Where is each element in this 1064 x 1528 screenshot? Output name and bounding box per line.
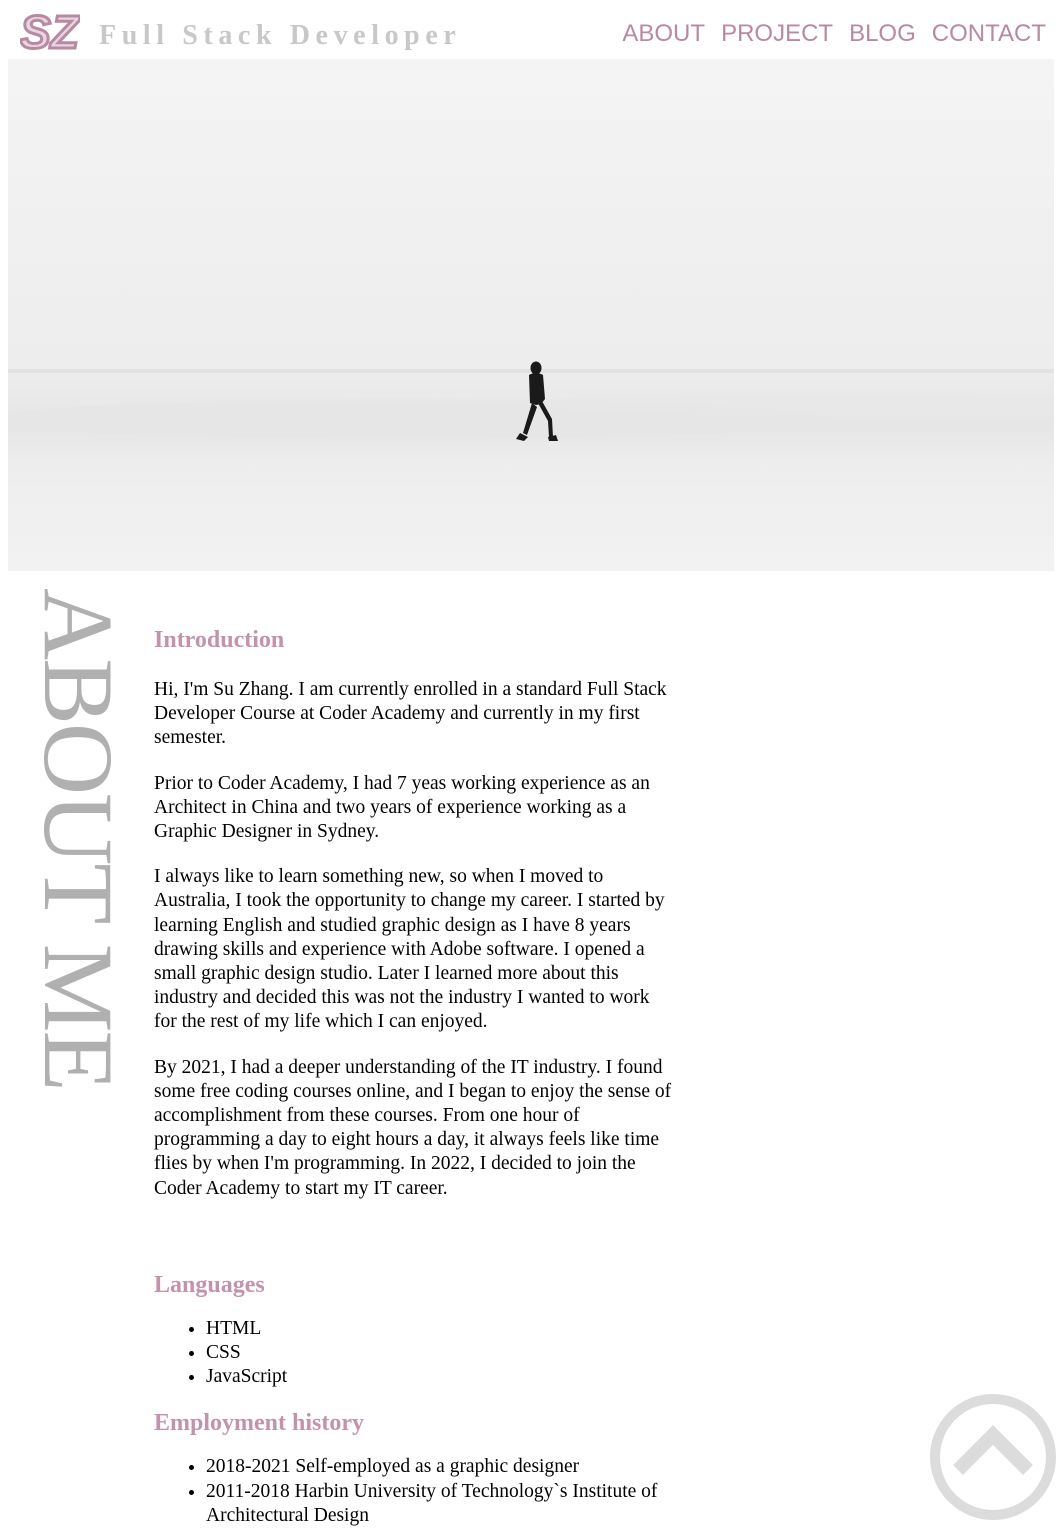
intro-paragraph: I always like to learn something new, so… (154, 866, 665, 1033)
about-me-side-title: ABOUT ME (23, 588, 134, 1090)
languages-list: HTML CSS JavaScript (154, 1317, 674, 1390)
list-item: HTML (206, 1317, 674, 1341)
logo-text-fill: SZ (20, 8, 80, 54)
languages-heading: Languages (154, 1271, 265, 1298)
list-item: JavaScript (206, 1365, 674, 1389)
introduction-heading: Introduction (154, 627, 285, 653)
main-nav: ABOUT PROJECT BLOG CONTACT (622, 20, 1046, 48)
intro-paragraph: Prior to Coder Academy, I had 7 yeas wor… (154, 772, 650, 843)
nav-about-link[interactable]: ABOUT (622, 20, 705, 48)
list-item: 2011-2018 Harbin University of Technolog… (206, 1480, 674, 1528)
intro-paragraph: Hi, I'm Su Zhang. I am currently enrolle… (154, 679, 667, 749)
site-tagline: Full Stack Developer (99, 20, 462, 51)
list-item: 2018-2021 Self-employed as a graphic des… (206, 1455, 674, 1479)
snow-landscape-illustration (8, 59, 1054, 571)
about-content: Introduction Hi, I'm Su Zhang. I am curr… (154, 622, 674, 1528)
intro-paragraph: By 2021, I had a deeper understanding of… (154, 1056, 672, 1199)
nav-blog-link[interactable]: BLOG (849, 20, 916, 48)
nav-project-link[interactable]: PROJECT (721, 20, 833, 48)
list-item: CSS (206, 1341, 674, 1365)
hero-image (8, 59, 1054, 571)
sz-logo-icon[interactable]: SZ SZ (20, 8, 80, 54)
nav-contact-link[interactable]: CONTACT (932, 20, 1046, 48)
chevron-up-circle-icon[interactable] (928, 1392, 1058, 1522)
employment-list: 2018-2021 Self-employed as a graphic des… (154, 1455, 674, 1528)
employment-heading: Employment history (154, 1410, 364, 1437)
site-header: SZ SZ Full Stack Developer ABOUT PROJECT… (0, 0, 1064, 60)
